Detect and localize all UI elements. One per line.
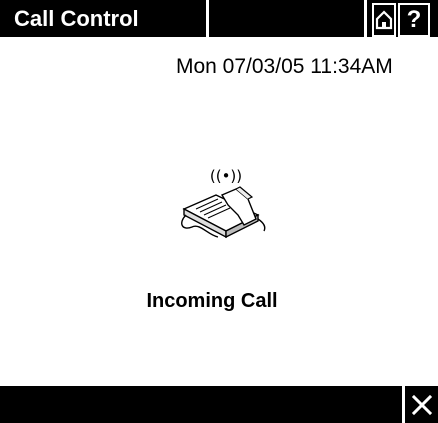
- close-icon: [411, 394, 433, 416]
- title-divider: [206, 0, 209, 37]
- softkey-divider: [402, 386, 405, 423]
- svg-text:((•)): ((•)): [210, 167, 242, 185]
- app-title: Call Control: [14, 5, 139, 31]
- call-status-label: Incoming Call: [146, 290, 278, 312]
- title-underline: [0, 37, 438, 40]
- home-icon: [375, 10, 393, 30]
- softkey-bar: [0, 386, 438, 423]
- close-button[interactable]: [408, 390, 436, 420]
- home-button[interactable]: [372, 3, 396, 37]
- ringing-phone-icon: ((•)): [181, 167, 266, 239]
- title-bar: Call Control ?: [0, 0, 438, 40]
- datetime-display: Mon 07/03/05 11:34AM: [176, 55, 393, 78]
- title-divider: [364, 0, 367, 37]
- help-button[interactable]: ?: [398, 3, 430, 37]
